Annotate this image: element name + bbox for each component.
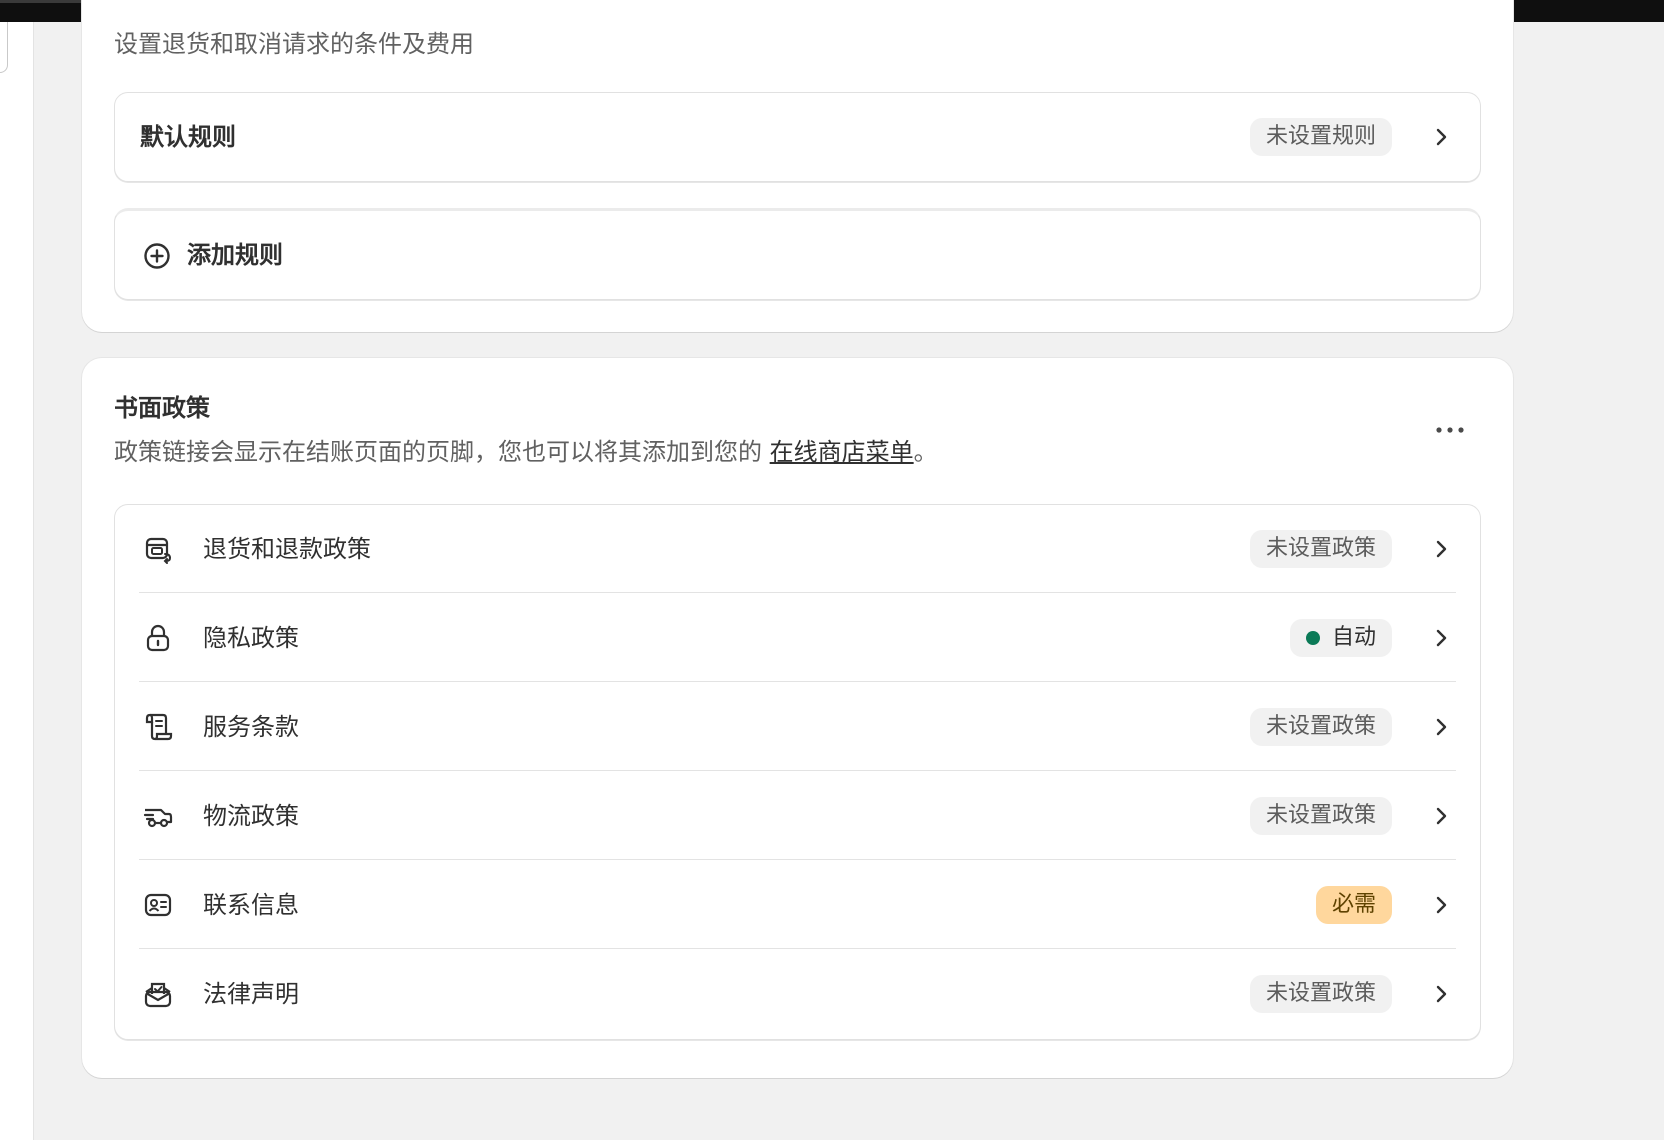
row-divider <box>139 770 1456 771</box>
scroll-icon <box>145 713 173 741</box>
policy-status-badge: 未设置政策 <box>1249 708 1392 746</box>
envelope-icon <box>144 982 172 1008</box>
chevron-right-icon <box>1436 807 1447 825</box>
policy-row-returns[interactable]: 退货和退款政策 未设置政策 <box>115 505 1480 593</box>
return-box-icon <box>145 537 172 564</box>
policy-status-badge: 必需 <box>1315 886 1392 924</box>
chevron-right-icon <box>1436 128 1447 146</box>
description-suffix: 。 <box>913 438 938 466</box>
policy-label: 退货和退款政策 <box>203 535 371 563</box>
more-actions-icon[interactable] <box>1434 422 1466 438</box>
chevron-right-icon <box>1436 985 1447 1003</box>
row-divider <box>139 681 1456 682</box>
policy-status-badge: 未设置政策 <box>1249 530 1392 568</box>
policy-label: 法律声明 <box>203 980 299 1008</box>
policy-row-legal[interactable]: 法律声明 未设置政策 <box>115 950 1480 1038</box>
return-rules-card: 设置退货和取消请求的条件及费用 默认规则 未设置规则 添加规则 <box>82 0 1513 332</box>
written-policies-description: 政策链接会显示在结账页面的页脚，您也可以将其添加到您的 在线商店菜单。 <box>114 432 938 467</box>
policy-status-badge: 自动 <box>1289 619 1392 657</box>
plus-circle-icon <box>144 243 170 269</box>
written-policies-card: 书面政策 政策链接会显示在结账页面的页脚，您也可以将其添加到您的 在线商店菜单。… <box>82 358 1513 1078</box>
left-sidebar-edge <box>0 22 34 1140</box>
policy-label: 联系信息 <box>203 891 299 919</box>
policy-label: 隐私政策 <box>203 624 299 652</box>
truck-icon <box>143 808 173 828</box>
chevron-right-icon <box>1436 896 1447 914</box>
add-rule-button[interactable]: 添加规则 <box>114 208 1481 300</box>
sidebar-edge-stub <box>0 22 8 73</box>
add-rule-label: 添加规则 <box>187 241 283 269</box>
row-divider <box>139 592 1456 593</box>
lock-icon <box>146 624 170 652</box>
description-text: 政策链接会显示在结账页面的页脚，您也可以将其添加到您的 <box>114 438 770 466</box>
policy-status-badge: 未设置政策 <box>1249 797 1392 835</box>
row-divider <box>139 948 1456 949</box>
default-rule-status-badge: 未设置规则 <box>1249 118 1392 156</box>
chevron-right-icon <box>1436 718 1447 736</box>
chevron-right-icon <box>1436 629 1447 647</box>
id-card-icon <box>144 893 172 917</box>
policy-status-badge: 未设置政策 <box>1249 975 1392 1013</box>
policy-row-shipping[interactable]: 物流政策 未设置政策 <box>115 772 1480 860</box>
policies-list: 退货和退款政策 未设置政策 隐私政策 自动 服务条款 未设置政策 物流政策 未设… <box>114 504 1481 1040</box>
policy-row-privacy[interactable]: 隐私政策 自动 <box>115 594 1480 682</box>
auto-status-dot <box>1305 631 1320 645</box>
default-rule-row[interactable]: 默认规则 未设置规则 <box>114 92 1481 182</box>
policy-row-contact[interactable]: 联系信息 必需 <box>115 861 1480 949</box>
policy-label: 物流政策 <box>203 802 299 830</box>
default-rule-label: 默认规则 <box>140 123 236 151</box>
chevron-right-icon <box>1436 540 1447 558</box>
online-store-menu-link[interactable]: 在线商店菜单 <box>770 438 914 466</box>
policy-row-terms[interactable]: 服务条款 未设置政策 <box>115 683 1480 771</box>
return-rules-description: 设置退货和取消请求的条件及费用 <box>114 30 474 58</box>
row-divider <box>139 859 1456 860</box>
policy-label: 服务条款 <box>203 713 299 741</box>
auto-status-label: 自动 <box>1331 625 1376 650</box>
written-policies-title: 书面政策 <box>114 394 210 422</box>
